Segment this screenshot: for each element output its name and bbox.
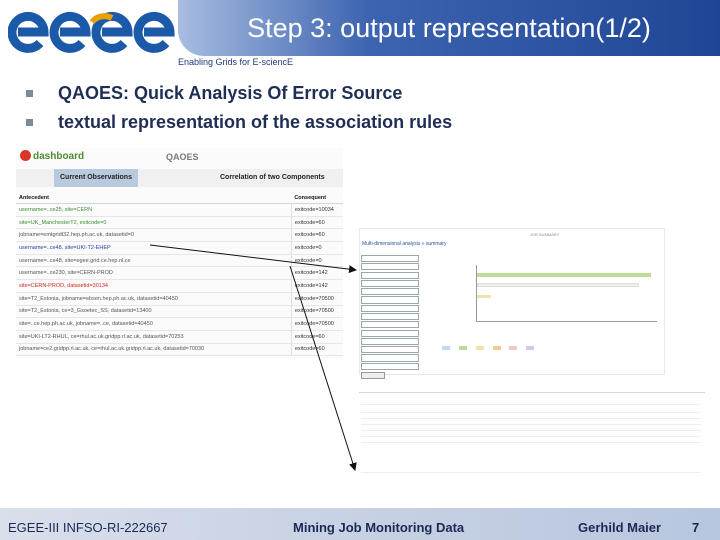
rules-table: Antecedent Consequent username=..ce25, s… bbox=[16, 192, 343, 357]
chart-screenshot: JOB SUMMARY Multi-dimensional analysis »… bbox=[359, 228, 665, 379]
matrix-row bbox=[361, 437, 701, 443]
antecedent-cell[interactable]: jobname=emtgridt32.hep.ph.ac.uk, dataset… bbox=[16, 228, 292, 243]
bullet-item: QAOES: Quick Analysis Of Error Source bbox=[22, 82, 452, 111]
table-row: username=..ce230, site=CERN-PROD exitcode… bbox=[16, 266, 343, 281]
filter-select[interactable] bbox=[361, 304, 419, 312]
legend-swatch bbox=[442, 346, 450, 351]
consequent-cell: exitcode=70500 bbox=[290, 317, 343, 331]
consequent-cell: exitcode=0 bbox=[290, 254, 343, 268]
breadcrumb[interactable]: Multi-dimensional analysis » summary bbox=[362, 241, 446, 247]
consequent-cell: exitcode=60 bbox=[290, 343, 343, 357]
bullet-item: textual representation of the associatio… bbox=[22, 111, 452, 140]
table-row: username=..ce25, site=CERN exitcode=10034 bbox=[16, 203, 343, 217]
filter-select[interactable] bbox=[361, 362, 419, 370]
title-bar: Step 3: output representation(1/2) bbox=[178, 0, 720, 56]
antecedent-cell[interactable]: jobname=ce2.gridpp.rl.ac.uk, ce=rhul.ac.… bbox=[16, 343, 292, 357]
filter-select[interactable] bbox=[361, 288, 419, 296]
legend-swatch bbox=[526, 346, 535, 351]
filter-select[interactable] bbox=[361, 354, 419, 362]
antecedent-cell[interactable]: site=UK_ManchesterT2, exitcode=0 bbox=[16, 216, 292, 230]
dashboard-tabs: Current Observations Correlation of two … bbox=[16, 169, 343, 187]
consequent-cell: exitcode=70500 bbox=[290, 305, 343, 319]
table-row: site=..ce.hep.ph.ac.uk, jobname=..ce, da… bbox=[16, 317, 343, 331]
filter-select[interactable] bbox=[361, 296, 419, 304]
antecedent-cell[interactable]: username=..ce48, site=egee.grid.ce.hep.n… bbox=[16, 254, 292, 268]
footer-talk-title: Mining Job Monitoring Data bbox=[293, 520, 465, 535]
table-header-row: Antecedent Consequent bbox=[16, 192, 343, 204]
bullet-square-icon bbox=[26, 119, 33, 126]
antecedent-cell[interactable]: username=..ce230, site=CERN-PROD bbox=[16, 266, 292, 281]
dashboard-brand: dashboard bbox=[20, 150, 84, 162]
bullet-text: QAOES: Quick Analysis Of Error Source bbox=[58, 83, 403, 103]
consequent-cell: exitcode=60 bbox=[290, 216, 343, 230]
tagline: Enabling Grids for E-sciencE bbox=[178, 57, 294, 67]
filter-select[interactable] bbox=[361, 321, 419, 329]
chart-bar bbox=[477, 295, 491, 298]
filter-select[interactable] bbox=[361, 255, 419, 263]
antecedent-cell[interactable]: site=CERN-PROD, datasetid=30134 bbox=[16, 279, 292, 293]
filter-select[interactable] bbox=[361, 346, 419, 354]
dashboard-logo-icon bbox=[20, 150, 31, 161]
tab-current-observations[interactable]: Current Observations bbox=[54, 169, 138, 187]
table-row: site=UK_ManchesterT2, exitcode=0 exitcode… bbox=[16, 216, 343, 230]
column-header-antecedent: Antecedent bbox=[16, 192, 292, 204]
consequent-cell: exitcode=70500 bbox=[290, 292, 343, 306]
column-header-consequent: Consequent bbox=[291, 192, 343, 204]
consequent-cell: exitcode=142 bbox=[290, 279, 343, 293]
table-row: jobname=emtgridt32.hep.ph.ac.uk, dataset… bbox=[16, 228, 343, 243]
table-row: jobname=ce2.gridpp.rl.ac.uk, ce=rhul.ac.… bbox=[16, 343, 343, 357]
bullet-text: textual representation of the associatio… bbox=[58, 112, 453, 132]
consequent-cell: exitcode=142 bbox=[290, 266, 343, 281]
dashboard-screenshot: dashboard QAOES Current Observations Cor… bbox=[16, 148, 343, 358]
matrix-row bbox=[361, 467, 701, 473]
slide-header: Step 3: output representation(1/2) Enabl… bbox=[0, 0, 720, 68]
filter-select[interactable] bbox=[361, 271, 419, 279]
footer-author: Gerhild Maier bbox=[578, 520, 662, 535]
antecedent-cell[interactable]: site=T2_Estonia, jobname=ebsen.hep.ph.ac… bbox=[16, 292, 292, 306]
filter-select[interactable] bbox=[361, 263, 419, 271]
slide-footer: EGEE-III INFSO-RI-222667 Mining Job Moni… bbox=[0, 508, 720, 540]
antecedent-cell[interactable]: username=..ce48, site=UKI-T2-EHEP bbox=[16, 241, 292, 255]
tab-correlation[interactable]: Correlation of two Components bbox=[214, 169, 331, 187]
summary-bar-chart bbox=[476, 265, 657, 322]
consequent-cell: exitcode=60 bbox=[290, 228, 343, 243]
bullet-list: QAOES: Quick Analysis Of Error Source te… bbox=[22, 82, 452, 140]
consequent-cell: exitcode=10034 bbox=[290, 203, 343, 217]
table-row: site=CERN-PROD, datasetid=30134 exitcode=… bbox=[16, 279, 343, 293]
matrix-row bbox=[361, 399, 701, 405]
egee-logo bbox=[8, 8, 176, 70]
filter-form bbox=[361, 255, 419, 379]
legend-swatch bbox=[509, 346, 518, 351]
chart-bar bbox=[477, 273, 651, 277]
slide-title: Step 3: output representation(1/2) bbox=[247, 13, 651, 43]
legend-swatch bbox=[492, 346, 501, 351]
antecedent-cell[interactable]: site=T2_Estonia, ce=3_Gsoetec_SS, datase… bbox=[16, 305, 292, 319]
app-title: QAOES bbox=[166, 152, 199, 162]
chart-bar bbox=[477, 283, 639, 287]
footer-project-id: EGEE-III INFSO-RI-222667 bbox=[8, 520, 168, 535]
table-row: username=..ce48, site=UKI-T2-EHEP exitcod… bbox=[16, 241, 343, 255]
antecedent-cell[interactable]: site=UKI-LT2-RHUL, ce=rhul.ac.uk.gridpp.… bbox=[16, 330, 292, 344]
antecedent-cell[interactable]: username=..ce25, site=CERN bbox=[16, 203, 292, 217]
chart-top-label: JOB SUMMARY bbox=[530, 232, 560, 237]
table-row: site=UKI-LT2-RHUL, ce=rhul.ac.uk.gridpp.… bbox=[16, 330, 343, 344]
legend-swatch bbox=[475, 346, 484, 351]
antecedent-cell[interactable]: site=..ce.hep.ph.ac.uk, jobname=..ce, da… bbox=[16, 317, 292, 331]
consequent-cell: exitcode=60 bbox=[290, 330, 343, 344]
bullet-square-icon bbox=[26, 90, 33, 97]
rules-table-body: username=..ce25, site=CERN exitcode=10034… bbox=[16, 203, 343, 357]
matrix-screenshot bbox=[359, 392, 705, 475]
filter-select[interactable] bbox=[361, 279, 419, 288]
filter-select[interactable] bbox=[361, 312, 419, 321]
legend-swatch bbox=[458, 346, 467, 351]
filter-select[interactable] bbox=[361, 337, 419, 345]
page-number: 7 bbox=[692, 520, 700, 535]
chart-legend bbox=[436, 346, 656, 354]
table-row: site=T2_Estonia, ce=3_Gsoetec_SS, datase… bbox=[16, 305, 343, 319]
consequent-cell: exitcode=0 bbox=[290, 241, 343, 255]
filter-select[interactable] bbox=[361, 329, 419, 337]
table-row: site=T2_Estonia, jobname=ebsen.hep.ph.ac… bbox=[16, 292, 343, 306]
table-row: username=..ce48, site=egee.grid.ce.hep.n… bbox=[16, 254, 343, 268]
submit-button[interactable] bbox=[361, 371, 385, 379]
